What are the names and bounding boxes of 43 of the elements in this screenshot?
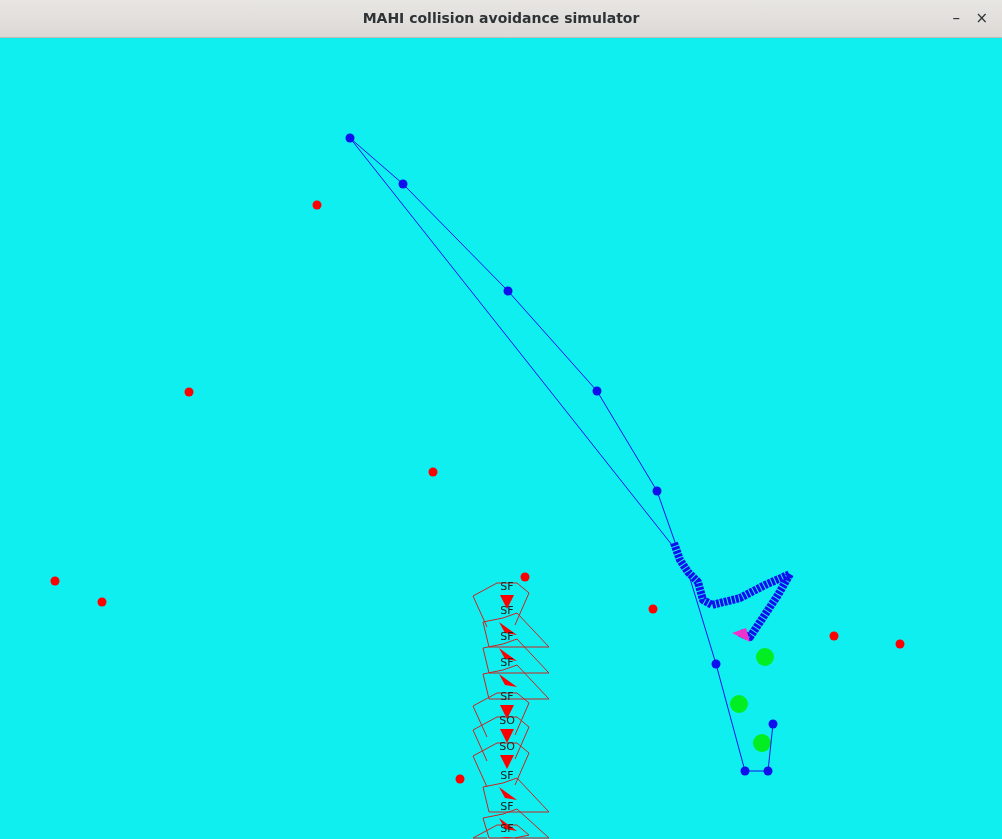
- agent-label: SF: [500, 769, 514, 782]
- close-button[interactable]: ×: [971, 8, 992, 28]
- agent-label: SF: [500, 580, 514, 593]
- waypoint-dot: [592, 386, 602, 396]
- obstacle-dot: [520, 572, 530, 582]
- minimize-button[interactable]: –: [948, 8, 964, 28]
- agent-drawing: [482, 638, 550, 674]
- obstacle-dot: [97, 597, 107, 607]
- agent-drawing: [472, 582, 530, 628]
- agent-label: SO: [499, 714, 515, 727]
- obstacle-dot: [648, 604, 658, 614]
- waypoint-dot: [345, 133, 355, 143]
- agent-drawing: [472, 692, 530, 738]
- agent-label: SF: [500, 656, 514, 669]
- robot-arrow-icon: [732, 628, 750, 642]
- window-title: MAHI collision avoidance simulator: [362, 9, 640, 28]
- waypoint-dot: [768, 719, 778, 729]
- obstacle-dot: [895, 639, 905, 649]
- agent-drawing: [472, 716, 530, 762]
- agent-label: SO: [499, 740, 515, 753]
- waypoint-dot: [740, 766, 750, 776]
- agent-label: SF: [500, 630, 514, 643]
- goal-circle: [730, 695, 748, 713]
- obstacle-dot: [184, 387, 194, 397]
- agent-drawing: [482, 777, 550, 813]
- agent-drawing: [482, 664, 550, 700]
- agent-drawing: [472, 742, 530, 788]
- agent-label: SF: [500, 800, 514, 813]
- obstacle-dot: [829, 631, 839, 641]
- goal-circle: [756, 648, 774, 666]
- waypoint-dot: [503, 286, 513, 296]
- waypoint-dot: [763, 766, 773, 776]
- goal-circle: [753, 734, 771, 752]
- obstacle-dot: [455, 774, 465, 784]
- obstacle-dot: [312, 200, 322, 210]
- obstacle-dot: [50, 576, 60, 586]
- waypoint-dot: [398, 179, 408, 189]
- agent-drawing: [482, 612, 550, 648]
- obstacle-dot: [428, 467, 438, 477]
- agent-label: SF: [500, 690, 514, 703]
- agent-label: SF: [500, 604, 514, 617]
- waypoint-dot: [711, 659, 721, 669]
- waypoint-dot: [652, 486, 662, 496]
